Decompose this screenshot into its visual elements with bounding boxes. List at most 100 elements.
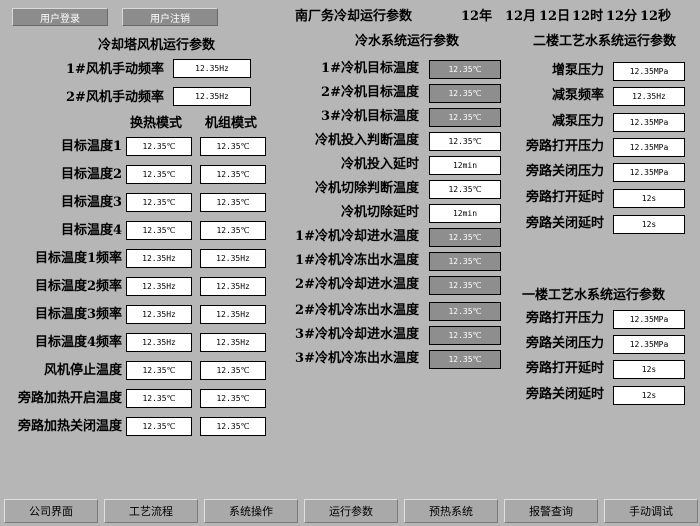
cw-row-label: 3#冷机冷却进水温度 bbox=[295, 327, 419, 342]
year: 12年 bbox=[461, 9, 493, 24]
ct-row-unit-value[interactable]: 12.35℃ bbox=[200, 417, 266, 436]
chilled-water-title: 冷水系统运行参数 bbox=[355, 34, 460, 49]
cw-row-label: 1#冷机冷冻出水温度 bbox=[295, 253, 419, 268]
p2-row-label: 旁路关闭压力 bbox=[525, 164, 604, 179]
cw-row-label: 3#冷机目标温度 bbox=[321, 109, 419, 124]
ct-row-label: 目标温度2频率 bbox=[34, 279, 122, 294]
fan2-value[interactable]: 12.35Hz bbox=[173, 87, 251, 106]
p2-row-label: 减泵频率 bbox=[551, 88, 604, 103]
cw-row-value[interactable]: 12.35℃ bbox=[429, 180, 501, 199]
cw-row-value[interactable]: 12.35℃ bbox=[429, 132, 501, 151]
p2-row-value[interactable]: 12.35MPa bbox=[613, 163, 685, 182]
cw-row-value[interactable]: 12.35℃ bbox=[429, 228, 501, 247]
ct-row-heat-value[interactable]: 12.35℃ bbox=[126, 165, 192, 184]
ct-row-heat-value[interactable]: 12.35Hz bbox=[126, 333, 192, 352]
ct-row-unit-value[interactable]: 12.35℃ bbox=[200, 165, 266, 184]
cw-row-value[interactable]: 12.35℃ bbox=[429, 84, 501, 103]
cw-row-value[interactable]: 12.35℃ bbox=[429, 60, 501, 79]
cw-row-value[interactable]: 12min bbox=[429, 156, 501, 175]
nav-preheat[interactable]: 预热系统 bbox=[404, 499, 498, 523]
ct-row-label: 目标温度3 bbox=[60, 195, 122, 210]
ct-row-heat-value[interactable]: 12.35Hz bbox=[126, 305, 192, 324]
p2-row-label: 旁路关闭延时 bbox=[525, 216, 604, 231]
cw-row-label: 冷机投入判断温度 bbox=[314, 133, 419, 148]
ct-row-unit-value[interactable]: 12.35Hz bbox=[200, 277, 266, 296]
cw-row-label: 冷机切除延时 bbox=[340, 205, 419, 220]
cw-row-value[interactable]: 12.35℃ bbox=[429, 108, 501, 127]
p1-row-value[interactable]: 12s bbox=[613, 360, 685, 379]
p2-row-value[interactable]: 12.35MPa bbox=[613, 138, 685, 157]
ct-row-label: 目标温度4频率 bbox=[34, 335, 122, 350]
process1-title: 一楼工艺水系统运行参数 bbox=[522, 288, 666, 303]
cw-row-label: 1#冷机冷却进水温度 bbox=[295, 229, 419, 244]
ct-row-label: 目标温度2 bbox=[60, 167, 122, 182]
nav-system-ops[interactable]: 系统操作 bbox=[204, 499, 298, 523]
ct-row-heat-value[interactable]: 12.35Hz bbox=[126, 249, 192, 268]
cw-row-label: 2#冷机冷却进水温度 bbox=[295, 277, 419, 292]
p2-row-label: 旁路打开压力 bbox=[525, 139, 604, 154]
ct-row-label: 旁路加热关闭温度 bbox=[17, 419, 122, 434]
month: 12月 bbox=[505, 9, 537, 24]
cw-row-value[interactable]: 12min bbox=[429, 204, 501, 223]
ct-row-label: 旁路加热开启温度 bbox=[17, 391, 122, 406]
p1-row-label: 旁路关闭压力 bbox=[525, 336, 604, 351]
ct-row-label: 目标温度1频率 bbox=[34, 251, 122, 266]
p2-row-value[interactable]: 12.35MPa bbox=[613, 113, 685, 132]
ct-row-unit-value[interactable]: 12.35℃ bbox=[200, 137, 266, 156]
ct-row-heat-value[interactable]: 12.35℃ bbox=[126, 221, 192, 240]
ct-row-label: 风机停止温度 bbox=[43, 363, 122, 378]
cw-row-label: 冷机投入延时 bbox=[340, 157, 419, 172]
cw-row-label: 3#冷机冷冻出水温度 bbox=[295, 351, 419, 366]
ct-row-label: 目标温度1 bbox=[60, 139, 122, 154]
cw-row-label: 2#冷机冷冻出水温度 bbox=[295, 303, 419, 318]
col-unit-header: 机组模式 bbox=[205, 116, 258, 131]
process2-title: 二楼工艺水系统运行参数 bbox=[533, 34, 677, 49]
day: 12日 bbox=[539, 9, 571, 24]
p2-row-value[interactable]: 12s bbox=[613, 189, 685, 208]
ct-row-heat-value[interactable]: 12.35℃ bbox=[126, 193, 192, 212]
p2-row-value[interactable]: 12.35Hz bbox=[613, 87, 685, 106]
nav-alarm-query[interactable]: 报警查询 bbox=[504, 499, 598, 523]
ct-row-heat-value[interactable]: 12.35℃ bbox=[126, 417, 192, 436]
cw-row-value[interactable]: 12.35℃ bbox=[429, 276, 501, 295]
minute: 12分 bbox=[606, 9, 638, 24]
ct-row-unit-value[interactable]: 12.35Hz bbox=[200, 249, 266, 268]
p2-row-value[interactable]: 12.35MPa bbox=[613, 62, 685, 81]
logout-button[interactable]: 用户注销 bbox=[122, 8, 218, 26]
cooling-tower-title: 冷却塔风机运行参数 bbox=[98, 38, 216, 53]
cw-row-label: 1#冷机目标温度 bbox=[321, 61, 419, 76]
ct-row-heat-value[interactable]: 12.35℃ bbox=[126, 137, 192, 156]
nav-run-params[interactable]: 运行参数 bbox=[304, 499, 398, 523]
ct-row-label: 目标温度3频率 bbox=[34, 307, 122, 322]
p2-row-value[interactable]: 12s bbox=[613, 215, 685, 234]
p1-row-value[interactable]: 12.35MPa bbox=[613, 335, 685, 354]
p1-row-label: 旁路关闭延时 bbox=[525, 387, 604, 402]
ct-row-unit-value[interactable]: 12.35℃ bbox=[200, 221, 266, 240]
p1-row-label: 旁路打开延时 bbox=[525, 361, 604, 376]
nav-company[interactable]: 公司界面 bbox=[4, 499, 98, 523]
cw-row-value[interactable]: 12.35℃ bbox=[429, 252, 501, 271]
p1-row-value[interactable]: 12s bbox=[613, 386, 685, 405]
ct-row-unit-value[interactable]: 12.35℃ bbox=[200, 361, 266, 380]
p1-row-value[interactable]: 12.35MPa bbox=[613, 310, 685, 329]
nav-manual-debug[interactable]: 手动调试 bbox=[604, 499, 698, 523]
cw-row-value[interactable]: 12.35℃ bbox=[429, 326, 501, 345]
fan1-label: 1#风机手动频率 bbox=[66, 62, 164, 77]
ct-row-unit-value[interactable]: 12.35℃ bbox=[200, 193, 266, 212]
ct-row-label: 目标温度4 bbox=[60, 223, 122, 238]
ct-row-heat-value[interactable]: 12.35℃ bbox=[126, 361, 192, 380]
ct-row-unit-value[interactable]: 12.35Hz bbox=[200, 305, 266, 324]
ct-row-heat-value[interactable]: 12.35Hz bbox=[126, 277, 192, 296]
fan1-value[interactable]: 12.35Hz bbox=[173, 59, 251, 78]
ct-row-unit-value[interactable]: 12.35℃ bbox=[200, 389, 266, 408]
login-button[interactable]: 用户登录 bbox=[12, 8, 108, 26]
cw-row-value[interactable]: 12.35℃ bbox=[429, 350, 501, 369]
cw-row-value[interactable]: 12.35℃ bbox=[429, 302, 501, 321]
second: 12秒 bbox=[640, 9, 672, 24]
p2-row-label: 旁路打开延时 bbox=[525, 190, 604, 205]
fan2-label: 2#风机手动频率 bbox=[66, 90, 164, 105]
nav-process-flow[interactable]: 工艺流程 bbox=[104, 499, 198, 523]
ct-row-heat-value[interactable]: 12.35℃ bbox=[126, 389, 192, 408]
page-title: 南厂务冷却运行参数 bbox=[295, 9, 413, 24]
ct-row-unit-value[interactable]: 12.35Hz bbox=[200, 333, 266, 352]
